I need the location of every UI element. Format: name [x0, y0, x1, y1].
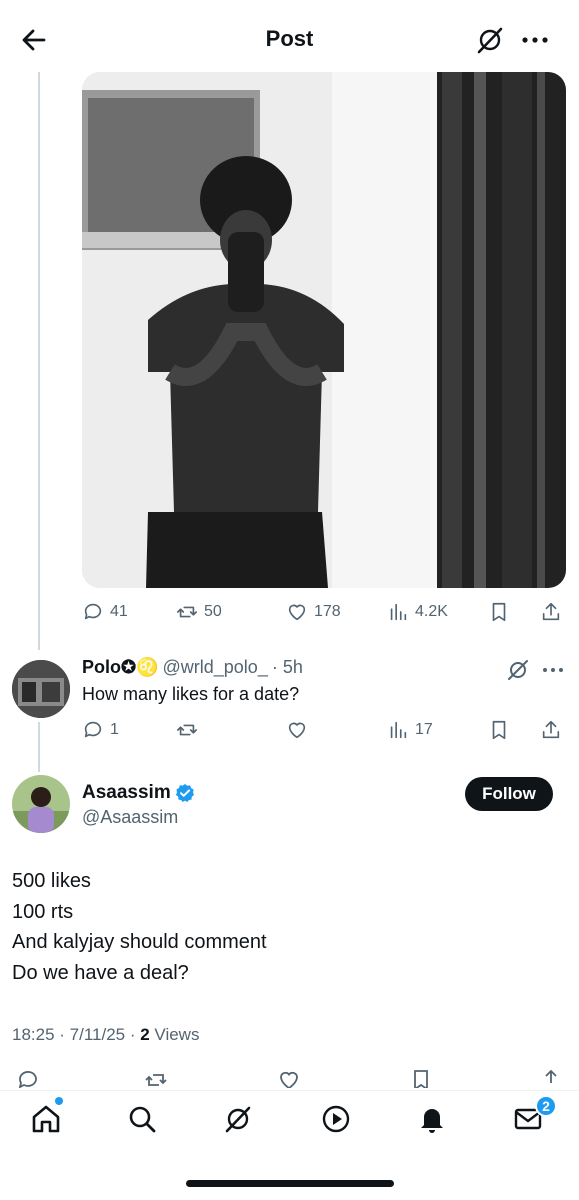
heart-icon — [288, 722, 306, 739]
thread-line — [38, 72, 40, 650]
heart-icon[interactable] — [277, 1068, 301, 1088]
bookmark-icon — [492, 602, 506, 622]
heart-icon — [288, 604, 306, 621]
like-button[interactable]: 178 — [286, 598, 341, 626]
avatar[interactable] — [12, 775, 70, 833]
top-bar: Post — [0, 0, 579, 72]
verified-badge-icon — [175, 783, 195, 803]
views-button[interactable]: 4.2K — [387, 598, 448, 626]
share-button[interactable] — [540, 598, 562, 626]
share-icon — [542, 720, 560, 739]
main-author-name[interactable]: Asaassim — [82, 782, 171, 804]
share-icon[interactable] — [539, 1068, 563, 1088]
search-icon[interactable] — [126, 1103, 162, 1139]
view-count: 4.2K — [415, 603, 448, 620]
avatar[interactable] — [12, 660, 70, 718]
home-notification-dot — [55, 1097, 63, 1105]
reply-button[interactable]: 1 — [82, 716, 119, 744]
reply-author-handle[interactable]: @wrld_polo_ — [163, 657, 268, 678]
like-count: 178 — [314, 603, 341, 620]
reply-icon[interactable] — [16, 1068, 40, 1088]
tweet-meta: 18:25 · 7/11/25 · 2 Views — [12, 1025, 199, 1045]
more-options-icon[interactable] — [518, 24, 552, 56]
reply-header: Polo✪♌ @wrld_polo_ · 5h — [82, 657, 303, 678]
bookmark-button[interactable] — [488, 598, 510, 626]
reply-icon — [84, 603, 102, 620]
follow-button[interactable]: Follow — [465, 777, 553, 811]
views-count[interactable]: 2 — [140, 1025, 149, 1044]
views-label[interactable]: Views — [150, 1025, 199, 1044]
main-author-row: Asaassim — [82, 782, 195, 804]
reply-grok-icon[interactable] — [506, 658, 530, 682]
grok-nav-icon[interactable] — [222, 1103, 258, 1139]
main-author-handle-row: @Asaassim — [82, 807, 178, 828]
messages-badge: 2 — [535, 1095, 557, 1117]
reply-count: 41 — [110, 603, 128, 620]
reply-action-bar: 1 17 — [82, 716, 566, 744]
home-icon[interactable] — [30, 1103, 66, 1139]
main-action-bar — [0, 1066, 579, 1088]
reply-time: · 5h — [271, 657, 303, 677]
main-author-handle[interactable]: @Asaassim — [82, 807, 178, 828]
reply-icon — [84, 721, 102, 738]
view-count: 17 — [415, 721, 433, 738]
post-photo[interactable] — [82, 72, 566, 588]
like-button[interactable] — [286, 716, 308, 744]
tweet-line: 500 likes — [12, 870, 91, 892]
post-action-bar: 41 50 178 4.2K — [82, 598, 566, 626]
views-button[interactable]: 17 — [387, 716, 433, 744]
home-indicator[interactable] — [186, 1180, 394, 1187]
analytics-icon — [390, 721, 407, 739]
tweet-body: 500 likes 100 rts And kalyjay should com… — [12, 866, 267, 988]
bookmark-icon — [492, 720, 506, 740]
reply-more-icon[interactable] — [540, 658, 566, 682]
share-button[interactable] — [540, 716, 562, 744]
tweet-line: Do we have a deal? — [12, 961, 189, 984]
repost-button[interactable]: 50 — [176, 598, 222, 626]
bookmark-button[interactable] — [488, 716, 510, 744]
reply-author-name[interactable]: Polo✪♌ — [82, 657, 159, 678]
tweet-line: 100 rts — [12, 900, 74, 923]
tweet-timestamp: 18:25 · 7/11/25 · — [12, 1025, 141, 1044]
share-icon — [542, 602, 560, 621]
reply-count: 1 — [110, 721, 119, 738]
repost-button[interactable] — [176, 716, 198, 744]
grok-icon[interactable] — [474, 24, 506, 56]
repost-icon — [177, 606, 197, 618]
tweet-line: And kalyjay should comment — [12, 931, 267, 953]
repost-icon — [177, 724, 197, 736]
reply-button[interactable]: 41 — [82, 598, 128, 626]
bookmark-icon[interactable] — [409, 1068, 433, 1088]
thread-line — [38, 722, 40, 772]
repost-icon[interactable] — [144, 1068, 168, 1088]
repost-count: 50 — [204, 603, 222, 620]
analytics-icon — [390, 603, 407, 621]
video-play-icon[interactable] — [320, 1103, 356, 1139]
notifications-bell-icon[interactable] — [416, 1103, 452, 1139]
reply-text: How many likes for a date? — [82, 684, 300, 704]
